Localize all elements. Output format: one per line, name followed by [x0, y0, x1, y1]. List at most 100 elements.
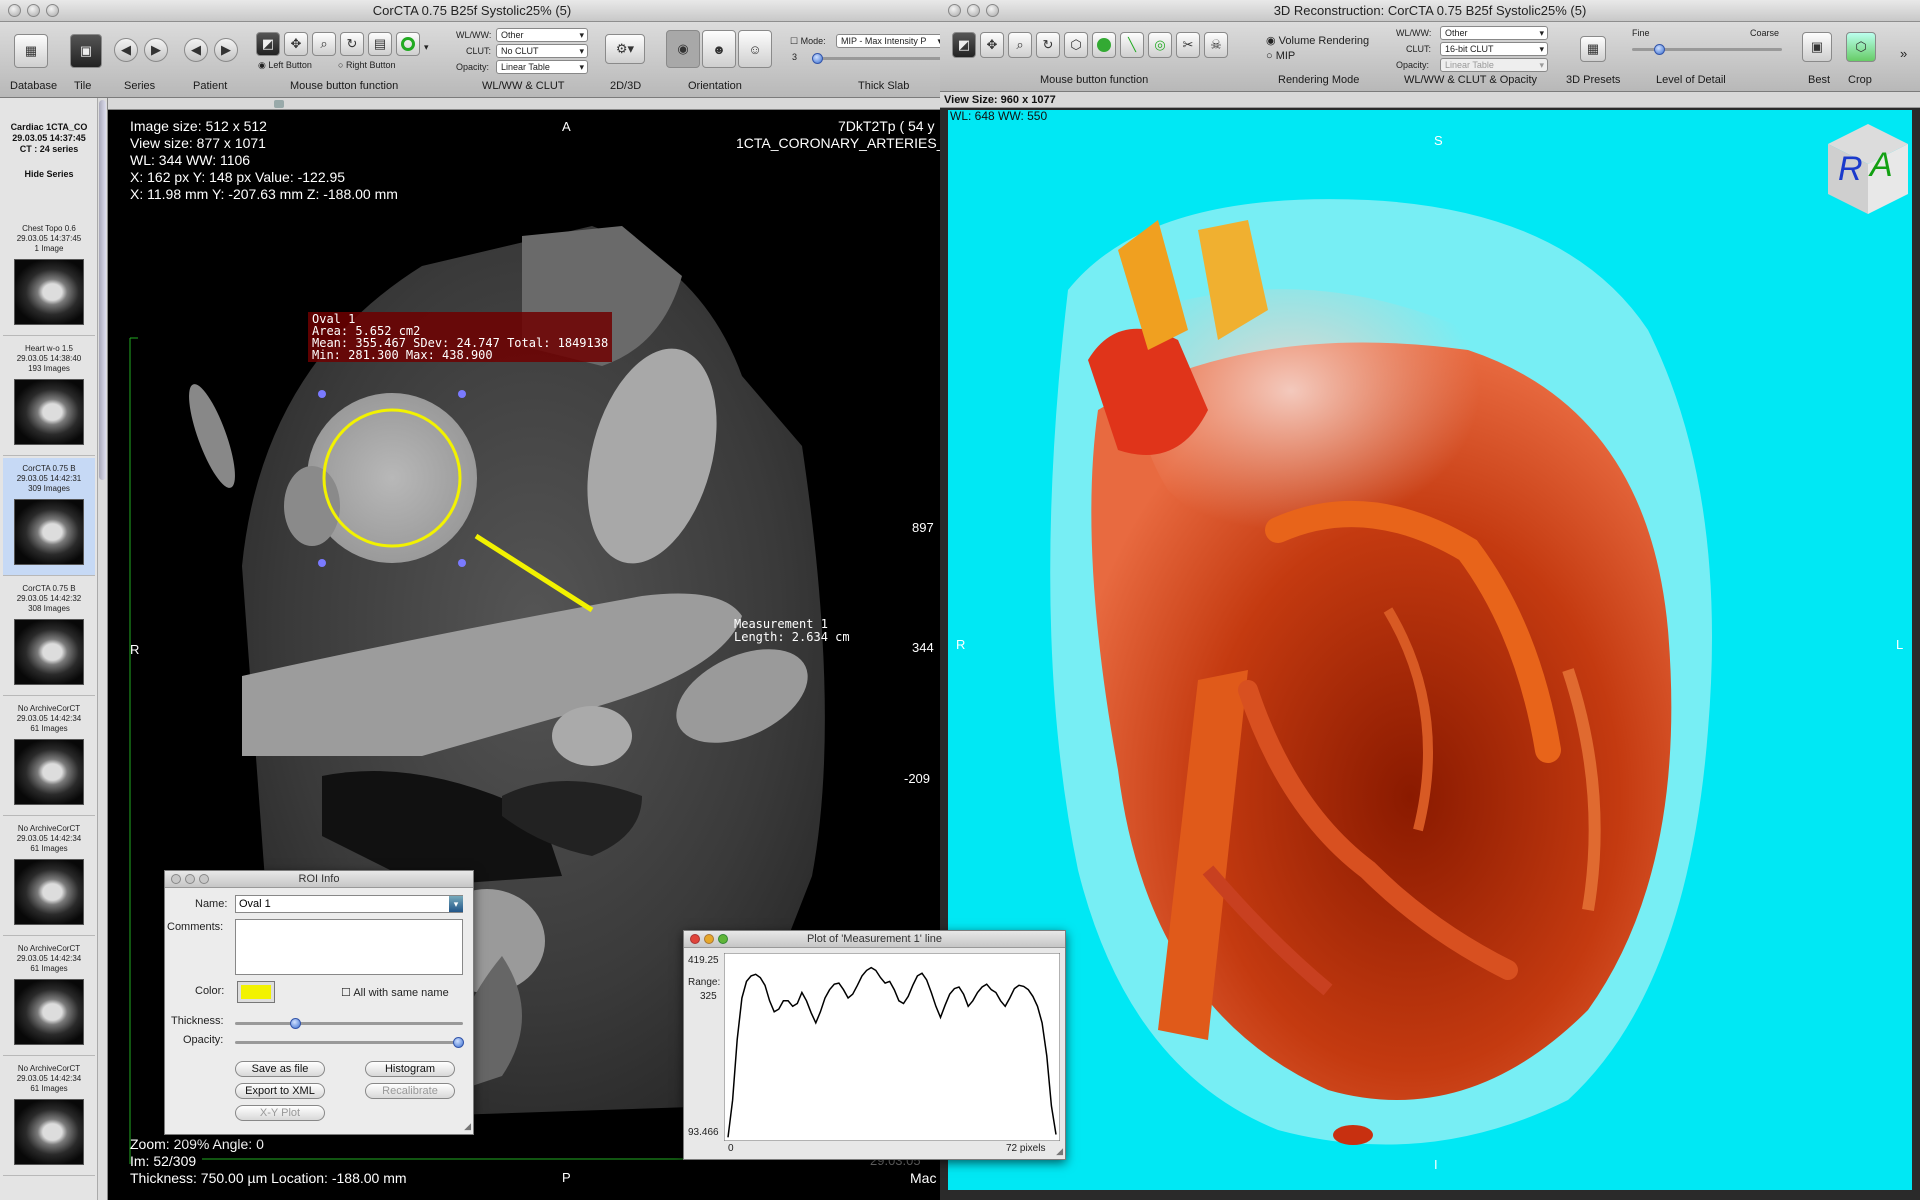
roi-opacity-slider[interactable] [235, 1037, 464, 1048]
plot-minimize-button[interactable] [704, 934, 714, 944]
image-slider[interactable] [108, 98, 944, 110]
series-item[interactable]: Chest Topo 0.6 29.03.05 14:37:45 1 Image [3, 218, 95, 336]
wlww-select[interactable]: Other [496, 28, 588, 42]
close-button[interactable] [8, 4, 21, 17]
vr-camera-rotate-icon[interactable]: ⬡ [1064, 32, 1088, 58]
zoom-tool-icon[interactable]: ⌕ [312, 32, 336, 56]
pan-tool-icon[interactable]: ✥ [284, 32, 308, 56]
vr-rotate-tool-icon[interactable]: ↻ [1036, 32, 1060, 58]
previous-patient-icon[interactable]: ◀ [184, 38, 208, 62]
vr-wlww-select[interactable]: Other [1440, 26, 1548, 40]
vr-clut-select[interactable]: 16-bit CLUT [1440, 42, 1548, 56]
xy-plot-button[interactable]: X-Y Plot [235, 1105, 325, 1121]
minimize-button[interactable] [27, 4, 40, 17]
previous-series-icon[interactable]: ◀ [114, 38, 138, 62]
vr-render-view[interactable]: R A WL: 648 WW: 550 S R L I [948, 110, 1912, 1190]
roi-info-zoom-button[interactable] [199, 874, 209, 884]
roi-info-window-controls[interactable] [171, 874, 209, 884]
tile-icon[interactable]: ▣ [70, 34, 102, 68]
sagittal-orientation-icon[interactable]: ☺ [738, 30, 772, 68]
resize-grip-icon[interactable]: ◢ [464, 1121, 471, 1132]
mode-checkbox[interactable]: ☐ Mode: [790, 36, 826, 47]
export-to-xml-button[interactable]: Export to XML [235, 1083, 325, 1099]
roi-thickness-slider[interactable] [235, 1018, 463, 1029]
roi-handle[interactable] [318, 390, 326, 398]
viewer-titlebar[interactable]: CorCTA 0.75 B25f Systolic25% (5) [0, 0, 944, 22]
gear-icon[interactable]: ⚙▾ [605, 34, 645, 64]
vr-length-tool-icon[interactable]: ╲ [1120, 32, 1144, 58]
slab-slider[interactable] [812, 53, 942, 64]
crop-cube-icon[interactable]: ⬡ [1846, 32, 1876, 62]
slab-slider-knob[interactable] [812, 53, 823, 64]
vr-minimize-button[interactable] [967, 4, 980, 17]
save-as-file-button[interactable]: Save as file [235, 1061, 325, 1077]
presets-grid-icon[interactable]: ▦ [1580, 36, 1606, 62]
plot-resize-grip-icon[interactable]: ◢ [1056, 1146, 1063, 1157]
recalibrate-button[interactable]: Recalibrate [365, 1083, 455, 1099]
vr-pan-tool-icon[interactable]: ✥ [980, 32, 1004, 58]
measurement-label[interactable]: Measurement 1 Length: 2.634 cm [734, 618, 850, 644]
plot-close-button[interactable] [690, 934, 700, 944]
database-icon[interactable]: ▦ [14, 34, 48, 68]
mip-radio[interactable]: ○ MIP [1266, 50, 1295, 62]
zoom-button[interactable] [46, 4, 59, 17]
vr-wlww-tool-icon[interactable]: ◩ [952, 32, 976, 58]
right-button-radio[interactable]: ○ Right Button [338, 60, 395, 70]
level-of-detail-slider[interactable] [1632, 44, 1782, 55]
hide-series-button[interactable]: Hide Series [3, 169, 95, 180]
vr-opacity-select[interactable]: Linear Table [1440, 58, 1548, 72]
series-item[interactable]: No ArchiveCorCT 29.03.05 14:42:34 61 Image… [3, 1058, 95, 1176]
roi-opacity-knob[interactable] [453, 1037, 464, 1048]
coronal-orientation-icon[interactable]: ☻ [702, 30, 736, 68]
roi-handle[interactable] [458, 390, 466, 398]
series-item[interactable]: No ArchiveCorCT 29.03.05 14:42:34 61 Image… [3, 818, 95, 936]
oval-roi-tool-icon[interactable] [396, 32, 420, 56]
left-button-radio[interactable]: ◉ Left Button [258, 60, 312, 71]
next-patient-icon[interactable]: ▶ [214, 38, 238, 62]
sidebar-scrollbar[interactable] [97, 98, 107, 1200]
series-item[interactable]: CorCTA 0.75 B 29.03.05 14:42:31 309 Images [3, 458, 95, 576]
roi-comments-textarea[interactable] [235, 919, 463, 975]
roi-name-input[interactable]: Oval 1 [235, 895, 463, 913]
scissors-icon[interactable]: ✂ [1176, 32, 1200, 58]
mode-select[interactable]: MIP - Max Intensity P [836, 34, 944, 48]
sidebar-scrollbar-thumb[interactable] [99, 100, 106, 480]
window-controls[interactable] [8, 4, 59, 17]
plot-window-controls[interactable] [690, 934, 728, 944]
bone-removal-icon[interactable]: ☠ [1204, 32, 1228, 58]
vr-window-controls[interactable] [948, 4, 999, 17]
series-item[interactable]: Heart w-o 1.5 29.03.05 14:38:40 193 Images [3, 338, 95, 456]
roi-handle[interactable] [458, 559, 466, 567]
vr-zoom-button[interactable] [986, 4, 999, 17]
roi-stats-label[interactable]: Oval 1 Area: 5.652 cm2 Mean: 355.467 SDe… [308, 312, 613, 362]
level-of-detail-knob[interactable] [1654, 44, 1665, 55]
histogram-button[interactable]: Histogram [365, 1061, 455, 1077]
image-slider-knob[interactable] [274, 100, 284, 108]
best-render-icon[interactable]: ▣ [1802, 32, 1832, 62]
series-item[interactable]: CorCTA 0.75 B 29.03.05 14:42:32 308 Images [3, 578, 95, 696]
volume-rendering-radio[interactable]: ◉ Volume Rendering [1266, 34, 1369, 47]
tools-dropdown-icon[interactable]: ▾ [424, 42, 429, 53]
next-series-icon[interactable]: ▶ [144, 38, 168, 62]
roi-info-close-button[interactable] [171, 874, 181, 884]
axial-orientation-icon[interactable]: ◉ [666, 30, 700, 68]
wlww-tool-icon[interactable]: ◩ [256, 32, 280, 56]
vr-point-tool-icon[interactable]: ◎ [1148, 32, 1172, 58]
roi-handle[interactable] [318, 559, 326, 567]
roi-info-minimize-button[interactable] [185, 874, 195, 884]
study-header[interactable]: Cardiac 1CTA_CO 29.03.05 14:37:45 CT : 2… [3, 122, 95, 180]
vr-sphere-icon[interactable] [1092, 32, 1116, 58]
roi-thickness-knob[interactable] [289, 1018, 301, 1029]
series-item[interactable]: No ArchiveCorCT 29.03.05 14:42:34 61 Image… [3, 698, 95, 816]
rotate-tool-icon[interactable]: ↻ [340, 32, 364, 56]
roi-name-dropdown-icon[interactable]: ▾ [449, 896, 463, 912]
vr-titlebar[interactable]: 3D Reconstruction: CorCTA 0.75 B25f Syst… [940, 0, 1920, 22]
vr-zoom-tool-icon[interactable]: ⌕ [1008, 32, 1032, 58]
opacity-select[interactable]: Linear Table [496, 60, 588, 74]
vr-close-button[interactable] [948, 4, 961, 17]
clut-select[interactable]: No CLUT [496, 44, 588, 58]
plot-titlebar[interactable]: Plot of 'Measurement 1' line [684, 931, 1065, 948]
toolbar-overflow-icon[interactable]: » [1900, 46, 1907, 61]
roi-info-titlebar[interactable]: ROI Info [165, 871, 473, 888]
roi-color-well[interactable] [237, 981, 275, 1003]
